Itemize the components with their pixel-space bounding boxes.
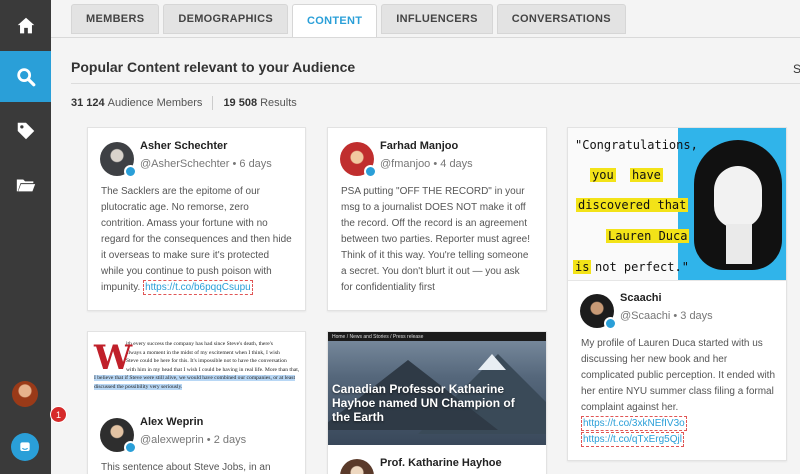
folder-icon (16, 179, 35, 191)
post-link[interactable]: https://t.co/3xkNEfIV3o (581, 416, 687, 431)
verified-icon (124, 165, 137, 178)
user-avatar[interactable] (12, 381, 38, 407)
news-headline: Canadian Professor Katharine Hayhoe name… (332, 382, 515, 424)
post-link[interactable]: https://t.co/qTxErg5Qjl (581, 432, 684, 447)
author-meta: @alexweprin • 2 days (140, 434, 247, 446)
nav-tags[interactable] (0, 105, 51, 156)
post-text: The Sacklers are the epitome of our plut… (88, 176, 305, 296)
post-body: The Sacklers are the epitome of our plut… (101, 186, 292, 293)
quote-line: not perfect." (595, 260, 689, 274)
avatar (340, 142, 377, 178)
tab-members[interactable]: MEMBERS (71, 4, 160, 34)
stats-separator (212, 96, 214, 110)
content-card-alex[interactable]: W ith every success the company has had … (87, 331, 306, 474)
results-count: 19 508 (223, 97, 258, 109)
notification-badge[interactable]: 1 (50, 406, 67, 423)
quote-line: Lauren Duca (606, 229, 690, 243)
post-text: This sentence about Steve Jobs, in an (101, 462, 271, 473)
stats-bar: 31 124 Audience Members 19 508 Results (71, 96, 297, 110)
author-meta: @Scaachi • 3 days (620, 310, 713, 322)
quote-line: is (573, 260, 592, 274)
tab-divider (51, 37, 800, 38)
content-card-farhad[interactable]: Farhad Manjoo @fmanjoo • 4 days PSA putt… (327, 127, 547, 311)
sidebar (0, 0, 51, 474)
quote-line: you (590, 168, 616, 182)
chat-icon (20, 442, 30, 451)
tab-demographics[interactable]: DEMOGRAPHICS (163, 4, 288, 34)
tab-bar: MEMBERS DEMOGRAPHICS CONTENT INFLUENCERS… (71, 4, 626, 38)
quote-line: "Congratulations, (575, 138, 698, 152)
tag-icon (17, 122, 34, 139)
nav-home[interactable] (0, 0, 51, 51)
members-count: 31 124 (71, 97, 105, 109)
author-name[interactable]: Alex Weprin (140, 416, 246, 428)
tab-influencers[interactable]: INFLUENCERS (381, 4, 493, 34)
home-icon (17, 17, 34, 33)
author-name[interactable]: Prof. Katharine Hayhoe (380, 457, 502, 469)
quote-line: have (630, 168, 663, 182)
avatar (340, 459, 374, 474)
results-label: Results (260, 97, 297, 109)
members-label: Audience Members (107, 97, 203, 109)
post-text: PSA putting "OFF THE RECORD" in your msg… (341, 186, 530, 293)
avatar (100, 418, 137, 454)
verified-icon (604, 317, 617, 330)
author-name[interactable]: Asher Schechter (140, 140, 272, 152)
news-image[interactable]: Home / News and Stories / Press release … (328, 332, 546, 445)
nav-folders[interactable] (0, 159, 51, 210)
content-card-scaachi[interactable]: "Congratulations, you have discovered th… (567, 127, 787, 461)
author-name[interactable]: Farhad Manjoo (380, 140, 473, 152)
author-meta: @fmanjoo • 4 days (380, 158, 473, 170)
news-breadcrumb: Home / News and Stories / Press release (328, 332, 546, 341)
content-card-asher[interactable]: Asher Schechter @AsherSchechter • 6 days… (87, 127, 306, 311)
post-body: My profile of Lauren Duca started with u… (581, 338, 776, 413)
quote-line: discovered that (576, 198, 689, 212)
content-card-katharine[interactable]: Home / News and Stories / Press release … (327, 331, 547, 474)
sort-control-cut[interactable]: S (793, 62, 800, 76)
header-divider (71, 83, 800, 84)
page-title: Popular Content relevant to your Audienc… (71, 59, 356, 75)
article-image[interactable]: W ith every success the company has had … (88, 332, 305, 404)
avatar (580, 294, 617, 330)
verified-icon (124, 441, 137, 454)
post-link[interactable]: https://t.co/b6pqqCsupu (143, 280, 253, 295)
search-icon (16, 67, 35, 86)
verified-icon (364, 165, 377, 178)
tab-conversations[interactable]: CONVERSATIONS (496, 4, 626, 34)
post-text: My profile of Lauren Duca started with u… (568, 328, 786, 448)
chat-button[interactable] (11, 433, 39, 461)
author-name[interactable]: Scaachi (620, 292, 713, 304)
nav-search[interactable] (0, 51, 51, 102)
tab-content[interactable]: CONTENT (292, 4, 378, 38)
author-meta: @AsherSchechter • 6 days (140, 158, 272, 170)
quote-image[interactable]: "Congratulations, you have discovered th… (568, 128, 786, 280)
avatar (100, 142, 137, 178)
drop-cap: W (94, 338, 133, 378)
